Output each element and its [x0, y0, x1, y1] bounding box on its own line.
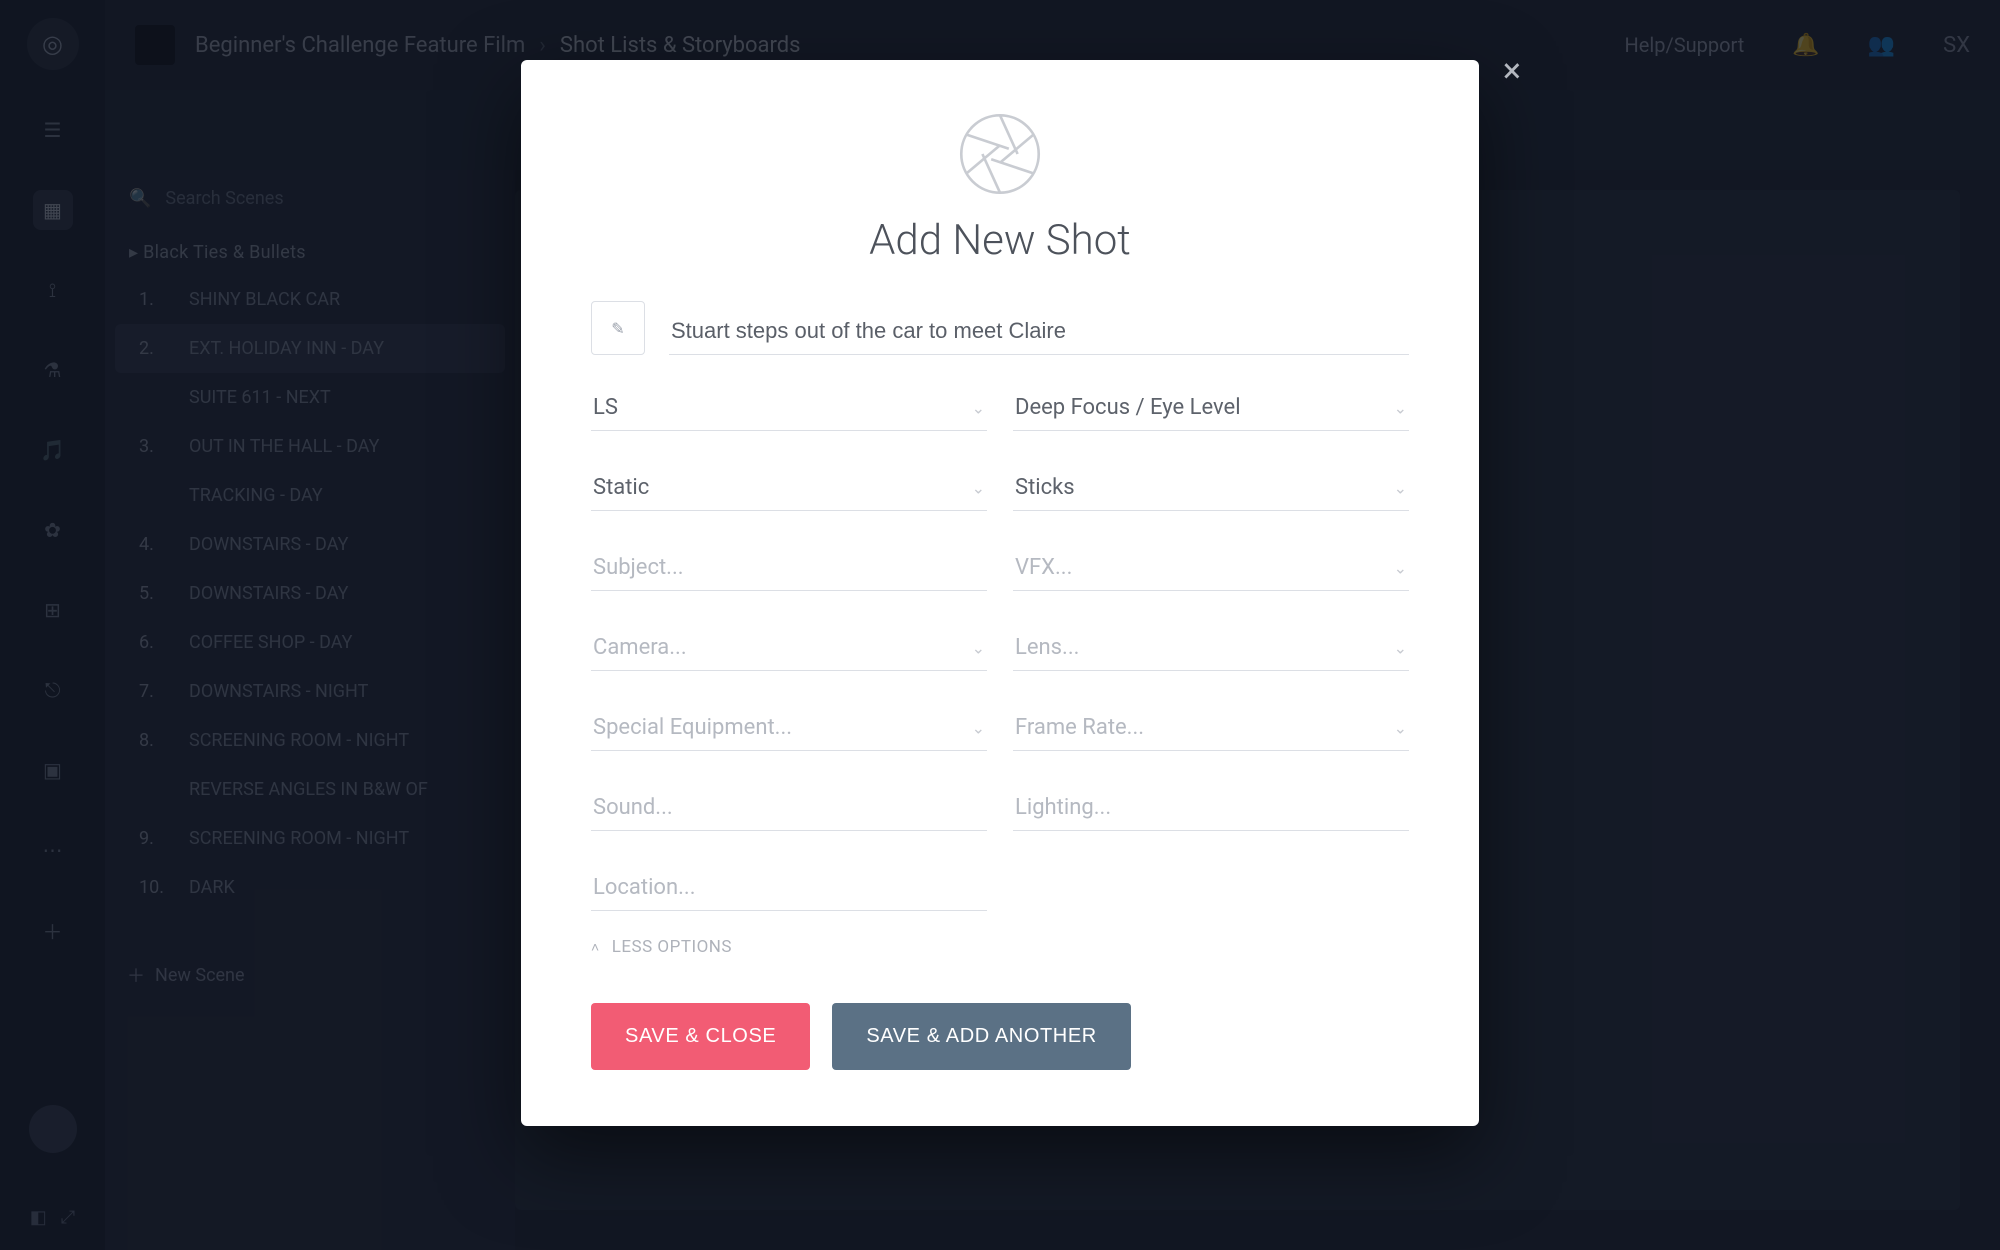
- shot-size-value: LS: [593, 395, 618, 420]
- sound-input[interactable]: Sound...: [591, 785, 987, 831]
- shot-angle-value: Deep Focus / Eye Level: [1015, 395, 1241, 420]
- modal-title: Add New Shot: [869, 216, 1131, 265]
- chevron-down-icon: ⌄: [972, 478, 985, 497]
- location-input[interactable]: Location...: [591, 865, 987, 911]
- chevron-up-icon: ˄: [591, 939, 600, 956]
- chevron-down-icon: ⌄: [1394, 558, 1407, 577]
- chevron-down-icon: ⌄: [1394, 638, 1407, 657]
- vfx-select[interactable]: VFX... ⌄: [1013, 545, 1409, 591]
- pencil-icon: ✎: [611, 319, 624, 338]
- chevron-down-icon: ⌄: [1394, 398, 1407, 417]
- shot-size-select[interactable]: LS ⌄: [591, 385, 987, 431]
- shot-movement-select[interactable]: Static ⌄: [591, 465, 987, 511]
- lens-select[interactable]: Lens... ⌄: [1013, 625, 1409, 671]
- chevron-down-icon: ⌄: [1394, 718, 1407, 737]
- frame-rate-placeholder: Frame Rate...: [1015, 715, 1144, 740]
- chevron-down-icon: ⌄: [972, 718, 985, 737]
- sound-placeholder: Sound...: [593, 795, 673, 820]
- shot-movement-value: Static: [593, 475, 649, 500]
- less-options-label: LESS OPTIONS: [612, 937, 732, 957]
- edit-description-button[interactable]: ✎: [591, 301, 645, 355]
- special-equipment-select[interactable]: Special Equipment... ⌄: [591, 705, 987, 751]
- lighting-input[interactable]: Lighting...: [1013, 785, 1409, 831]
- lighting-placeholder: Lighting...: [1015, 795, 1111, 820]
- modal-wrap: × Add New Shot ✎ LS ⌄ Deep Focus / Eye L…: [0, 0, 2000, 1250]
- shot-support-value: Sticks: [1015, 475, 1075, 500]
- close-icon[interactable]: ×: [1503, 54, 1521, 88]
- subject-input[interactable]: Subject...: [591, 545, 987, 591]
- less-options-toggle[interactable]: ˄ LESS OPTIONS: [591, 937, 1409, 957]
- vfx-placeholder: VFX...: [1015, 555, 1072, 580]
- chevron-down-icon: ⌄: [972, 398, 985, 417]
- aperture-icon: [956, 110, 1044, 198]
- lens-placeholder: Lens...: [1015, 635, 1079, 660]
- frame-rate-select[interactable]: Frame Rate... ⌄: [1013, 705, 1409, 751]
- chevron-down-icon: ⌄: [972, 638, 985, 657]
- chevron-down-icon: ⌄: [1394, 478, 1407, 497]
- save-add-another-button[interactable]: SAVE & ADD ANOTHER: [832, 1003, 1131, 1070]
- shot-description-input[interactable]: [669, 308, 1409, 355]
- location-placeholder: Location...: [593, 875, 696, 900]
- camera-select[interactable]: Camera... ⌄: [591, 625, 987, 671]
- camera-placeholder: Camera...: [593, 635, 687, 660]
- shot-angle-select[interactable]: Deep Focus / Eye Level ⌄: [1013, 385, 1409, 431]
- shot-support-select[interactable]: Sticks ⌄: [1013, 465, 1409, 511]
- subject-placeholder: Subject...: [593, 555, 684, 580]
- special-equipment-placeholder: Special Equipment...: [593, 715, 792, 740]
- save-close-button[interactable]: SAVE & CLOSE: [591, 1003, 810, 1070]
- add-shot-modal: × Add New Shot ✎ LS ⌄ Deep Focus / Eye L…: [521, 60, 1479, 1126]
